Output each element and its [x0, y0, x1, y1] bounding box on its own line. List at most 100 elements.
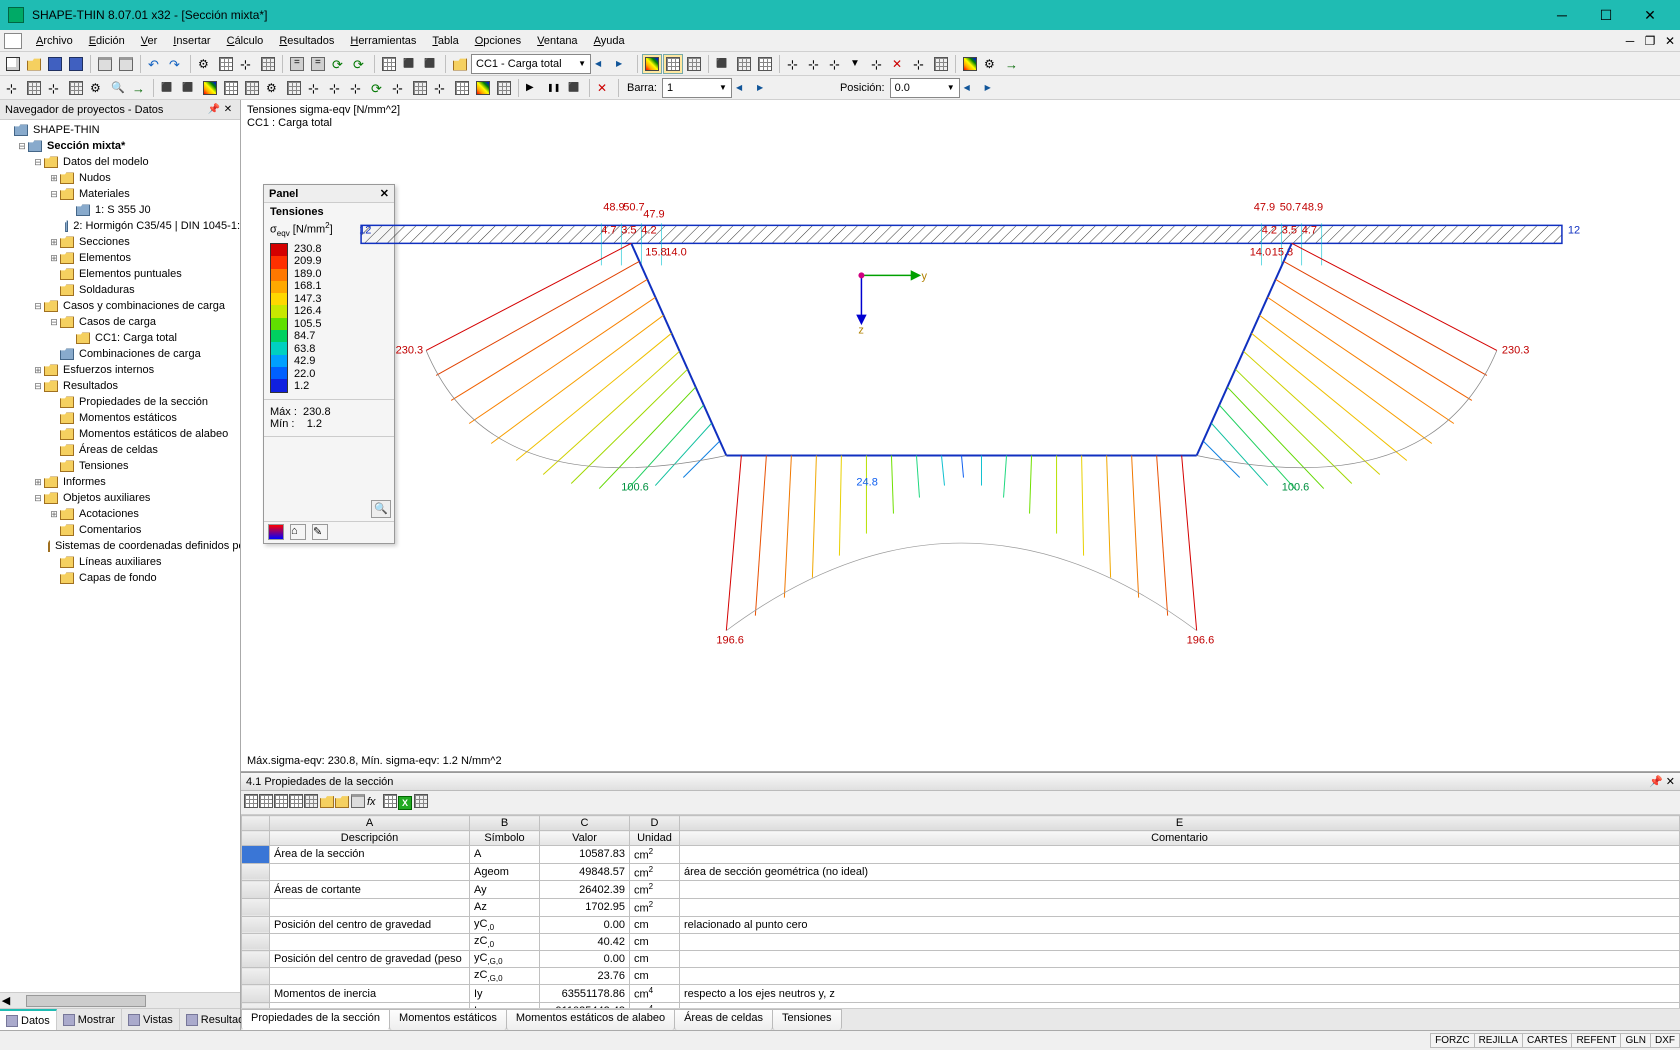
tree-node[interactable]: SHAPE-THIN — [0, 122, 240, 138]
window-mode-button[interactable] — [400, 54, 420, 74]
table-tab[interactable]: Áreas de celdas — [674, 1009, 773, 1030]
tree-node[interactable]: ⊞Elementos — [0, 250, 240, 266]
info-button[interactable] — [87, 78, 107, 98]
posicion-next-button[interactable] — [982, 78, 1002, 98]
menu-edición[interactable]: Edición — [81, 33, 133, 49]
next-loadcase-button[interactable] — [613, 54, 633, 74]
tree-node[interactable]: ⊟Casos y combinaciones de carga — [0, 298, 240, 314]
refresh-all-button[interactable] — [350, 54, 370, 74]
canvas[interactable]: Tensiones sigma-eqv [N/mm^2] CC1 : Carga… — [241, 100, 1680, 772]
barra-combo[interactable]: 1 ▼ — [662, 78, 732, 98]
status-forzc[interactable]: FORZC — [1430, 1033, 1474, 1048]
tree-node[interactable]: ⊟Casos de carga — [0, 314, 240, 330]
posicion-combo[interactable]: 0.0 ▼ — [890, 78, 960, 98]
numbering-button[interactable] — [452, 78, 472, 98]
coord-tool-2-button[interactable] — [24, 78, 44, 98]
refresh-button[interactable] — [329, 54, 349, 74]
tree-node[interactable]: ⊟Datos del modelo — [0, 154, 240, 170]
table-print-button[interactable] — [351, 794, 365, 811]
table-goto-button[interactable] — [304, 794, 318, 811]
tree-node[interactable]: Áreas de celdas — [0, 442, 240, 458]
elements-button[interactable] — [258, 54, 278, 74]
status-refent[interactable]: REFENT — [1571, 1033, 1621, 1048]
dimension-button[interactable] — [847, 54, 867, 74]
navigator-close-button[interactable]: ✕ — [221, 104, 235, 115]
render-2-button[interactable] — [179, 78, 199, 98]
coord-tool-4-button[interactable] — [66, 78, 86, 98]
navigator-tab-datos[interactable]: Datos — [0, 1009, 57, 1030]
menu-archivo[interactable]: Archivo — [28, 33, 81, 49]
results-mode-1-button[interactable] — [642, 54, 662, 74]
table-tab[interactable]: Momentos estáticos de alabeo — [506, 1009, 675, 1030]
table-last-button[interactable] — [289, 794, 303, 811]
view-window-button[interactable] — [713, 54, 733, 74]
menu-insertar[interactable]: Insertar — [165, 33, 218, 49]
tree-node[interactable]: ⊟Materiales — [0, 186, 240, 202]
render-3-button[interactable] — [200, 78, 220, 98]
table-mode-2-button[interactable] — [335, 794, 349, 811]
view-side-button[interactable] — [347, 78, 367, 98]
undo-button[interactable] — [145, 54, 165, 74]
menu-herramientas[interactable]: Herramientas — [342, 33, 424, 49]
status-gln[interactable]: GLN — [1620, 1033, 1651, 1048]
menu-ventana[interactable]: Ventana — [529, 33, 585, 49]
navigator-tab-mostrar[interactable]: Mostrar — [57, 1009, 122, 1030]
play-button[interactable] — [523, 78, 543, 98]
menu-tabla[interactable]: Tabla — [424, 33, 466, 49]
close-button[interactable]: ✕ — [1628, 1, 1672, 29]
tree-node[interactable]: ⊞Esfuerzos internos — [0, 362, 240, 378]
navigator-hscrollbar[interactable]: ◀ — [0, 992, 240, 1008]
calc-settings-button[interactable] — [308, 54, 328, 74]
copy-button[interactable] — [216, 54, 236, 74]
side-panel-button[interactable] — [421, 54, 441, 74]
render-5-button[interactable] — [242, 78, 262, 98]
mdi-icon[interactable] — [4, 33, 22, 49]
perspective-button[interactable] — [263, 78, 283, 98]
view-front-button[interactable] — [326, 78, 346, 98]
snap-line-button[interactable] — [805, 54, 825, 74]
table-pin-button[interactable]: 📌 — [1649, 775, 1663, 788]
project-tree[interactable]: SHAPE-THIN⊟Sección mixta*⊟Datos del mode… — [0, 120, 240, 992]
tree-node[interactable]: ⊞Nudos — [0, 170, 240, 186]
tree-node[interactable]: ⊞Informes — [0, 474, 240, 490]
nodes-button[interactable] — [237, 54, 257, 74]
axis-tool-button[interactable] — [910, 54, 930, 74]
tree-node[interactable]: ⊞Secciones — [0, 234, 240, 250]
zoom-window-button[interactable] — [108, 78, 128, 98]
results-mode-3-button[interactable] — [684, 54, 704, 74]
tree-node[interactable]: Capas de fondo — [0, 570, 240, 586]
color-scale-button[interactable] — [960, 54, 980, 74]
save-button[interactable] — [45, 54, 65, 74]
status-cartes[interactable]: CARTES — [1522, 1033, 1572, 1048]
posicion-prev-button[interactable] — [961, 78, 981, 98]
tree-node[interactable]: Propiedades de la sección — [0, 394, 240, 410]
print-preview-button[interactable] — [116, 54, 136, 74]
table-next-button[interactable] — [274, 794, 288, 811]
tree-node[interactable]: ⊟Sección mixta* — [0, 138, 240, 154]
tree-node[interactable]: Comentarios — [0, 522, 240, 538]
menu-resultados[interactable]: Resultados — [271, 33, 342, 49]
print-button[interactable] — [95, 54, 115, 74]
open-button[interactable] — [24, 54, 44, 74]
section-tool-button[interactable] — [931, 54, 951, 74]
status-rejilla[interactable]: REJILLA — [1474, 1033, 1523, 1048]
view-top-button[interactable] — [305, 78, 325, 98]
mirror-button[interactable] — [389, 78, 409, 98]
tree-node[interactable]: Combinaciones de carga — [0, 346, 240, 362]
tree-node[interactable]: ⊟Resultados — [0, 378, 240, 394]
tree-node[interactable]: CC1: Carga total — [0, 330, 240, 346]
coord-tool-1-button[interactable] — [3, 78, 23, 98]
table-tab[interactable]: Momentos estáticos — [389, 1009, 507, 1030]
rotate-button[interactable] — [368, 78, 388, 98]
grid-toggle-button[interactable] — [410, 78, 430, 98]
barra-next-button[interactable] — [754, 78, 774, 98]
axis-toggle-button[interactable] — [431, 78, 451, 98]
minimize-button[interactable]: ─ — [1540, 1, 1584, 29]
view-cascade-button[interactable] — [755, 54, 775, 74]
ortho-button[interactable] — [284, 78, 304, 98]
snap-node-button[interactable] — [784, 54, 804, 74]
pin-button[interactable]: 📌 — [207, 104, 221, 115]
mdi-close-button[interactable]: ✕ — [1660, 34, 1680, 48]
tree-node[interactable]: Líneas auxiliares — [0, 554, 240, 570]
render-1-button[interactable] — [158, 78, 178, 98]
